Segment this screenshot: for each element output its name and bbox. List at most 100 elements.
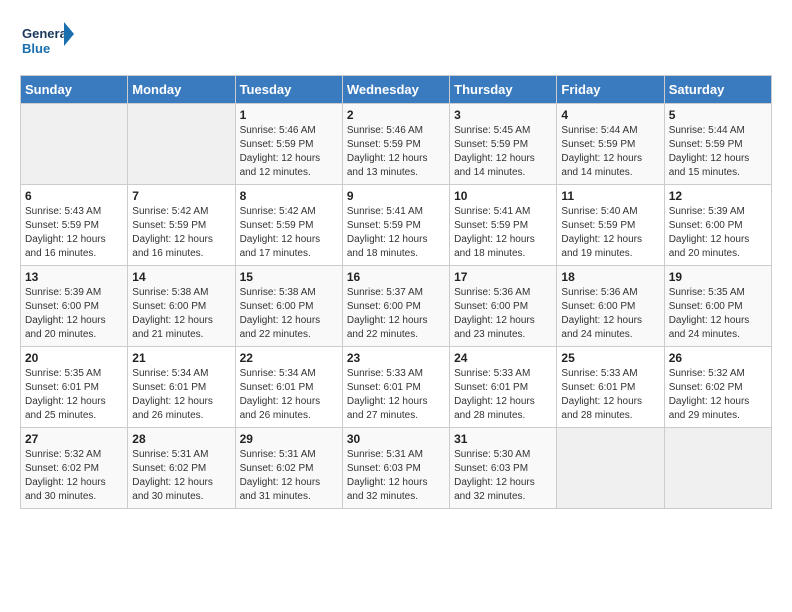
day-cell: 1 Sunrise: 5:46 AM Sunset: 5:59 PM Daylig… <box>235 104 342 185</box>
day-info: Sunrise: 5:42 AM Sunset: 5:59 PM Dayligh… <box>132 205 230 261</box>
day-cell: 21 Sunrise: 5:34 AM Sunset: 6:01 PM Dayli… <box>128 347 235 428</box>
day-number: 13 <box>25 270 123 284</box>
day-cell: 29 Sunrise: 5:31 AM Sunset: 6:02 PM Dayli… <box>235 428 342 509</box>
day-number: 5 <box>669 108 767 122</box>
day-info: Sunrise: 5:45 AM Sunset: 5:59 PM Dayligh… <box>454 124 552 180</box>
week-row-3: 13 Sunrise: 5:39 AM Sunset: 6:00 PM Dayli… <box>21 266 772 347</box>
day-info: Sunrise: 5:33 AM Sunset: 6:01 PM Dayligh… <box>454 367 552 423</box>
header: General Blue <box>20 20 772 65</box>
day-number: 8 <box>240 189 338 203</box>
day-header-thursday: Thursday <box>450 76 557 104</box>
day-info: Sunrise: 5:37 AM Sunset: 6:00 PM Dayligh… <box>347 286 445 342</box>
day-number: 22 <box>240 351 338 365</box>
day-number: 4 <box>561 108 659 122</box>
day-header-wednesday: Wednesday <box>342 76 449 104</box>
day-cell: 17Sunrise: 5:36 AM Sunset: 6:00 PM Dayli… <box>450 266 557 347</box>
day-cell: 12Sunrise: 5:39 AM Sunset: 6:00 PM Dayli… <box>664 185 771 266</box>
day-number: 9 <box>347 189 445 203</box>
day-cell: 10Sunrise: 5:41 AM Sunset: 5:59 PM Dayli… <box>450 185 557 266</box>
day-cell: 8Sunrise: 5:42 AM Sunset: 5:59 PM Daylig… <box>235 185 342 266</box>
day-cell: 18 Sunrise: 5:36 AM Sunset: 6:00 PM Dayli… <box>557 266 664 347</box>
day-number: 6 <box>25 189 123 203</box>
day-header-tuesday: Tuesday <box>235 76 342 104</box>
day-number: 23 <box>347 351 445 365</box>
day-cell: 2Sunrise: 5:46 AM Sunset: 5:59 PM Daylig… <box>342 104 449 185</box>
day-header-saturday: Saturday <box>664 76 771 104</box>
day-info: Sunrise: 5:30 AM Sunset: 6:03 PM Dayligh… <box>454 448 552 504</box>
day-info: Sunrise: 5:39 AM Sunset: 6:00 PM Dayligh… <box>25 286 123 342</box>
week-row-1: 1 Sunrise: 5:46 AM Sunset: 5:59 PM Daylig… <box>21 104 772 185</box>
day-info: Sunrise: 5:46 AM Sunset: 5:59 PM Dayligh… <box>240 124 338 180</box>
day-info: Sunrise: 5:31 AM Sunset: 6:02 PM Dayligh… <box>240 448 338 504</box>
day-number: 27 <box>25 432 123 446</box>
day-cell: 6 Sunrise: 5:43 AM Sunset: 5:59 PM Daylig… <box>21 185 128 266</box>
day-cell: 27 Sunrise: 5:32 AM Sunset: 6:02 PM Dayli… <box>21 428 128 509</box>
day-info: Sunrise: 5:34 AM Sunset: 6:01 PM Dayligh… <box>132 367 230 423</box>
day-number: 19 <box>669 270 767 284</box>
day-number: 29 <box>240 432 338 446</box>
day-number: 25 <box>561 351 659 365</box>
day-cell: 22 Sunrise: 5:34 AM Sunset: 6:01 PM Dayli… <box>235 347 342 428</box>
day-info: Sunrise: 5:38 AM Sunset: 6:00 PM Dayligh… <box>132 286 230 342</box>
day-info: Sunrise: 5:35 AM Sunset: 6:01 PM Dayligh… <box>25 367 123 423</box>
day-info: Sunrise: 5:43 AM Sunset: 5:59 PM Dayligh… <box>25 205 123 261</box>
day-number: 28 <box>132 432 230 446</box>
day-number: 31 <box>454 432 552 446</box>
day-number: 24 <box>454 351 552 365</box>
day-info: Sunrise: 5:44 AM Sunset: 5:59 PM Dayligh… <box>669 124 767 180</box>
day-cell: 9 Sunrise: 5:41 AM Sunset: 5:59 PM Daylig… <box>342 185 449 266</box>
day-header-sunday: Sunday <box>21 76 128 104</box>
week-row-5: 27 Sunrise: 5:32 AM Sunset: 6:02 PM Dayli… <box>21 428 772 509</box>
day-info: Sunrise: 5:33 AM Sunset: 6:01 PM Dayligh… <box>561 367 659 423</box>
day-info: Sunrise: 5:31 AM Sunset: 6:03 PM Dayligh… <box>347 448 445 504</box>
day-number: 14 <box>132 270 230 284</box>
day-cell: 13 Sunrise: 5:39 AM Sunset: 6:00 PM Dayli… <box>21 266 128 347</box>
day-info: Sunrise: 5:44 AM Sunset: 5:59 PM Dayligh… <box>561 124 659 180</box>
day-info: Sunrise: 5:35 AM Sunset: 6:00 PM Dayligh… <box>669 286 767 342</box>
day-number: 26 <box>669 351 767 365</box>
day-number: 10 <box>454 189 552 203</box>
logo-svg: General Blue <box>20 20 75 65</box>
day-cell: 26 Sunrise: 5:32 AM Sunset: 6:02 PM Dayli… <box>664 347 771 428</box>
day-cell: 16 Sunrise: 5:37 AM Sunset: 6:00 PM Dayli… <box>342 266 449 347</box>
day-number: 21 <box>132 351 230 365</box>
day-info: Sunrise: 5:31 AM Sunset: 6:02 PM Dayligh… <box>132 448 230 504</box>
day-number: 15 <box>240 270 338 284</box>
day-number: 2 <box>347 108 445 122</box>
day-number: 3 <box>454 108 552 122</box>
day-cell: 14 Sunrise: 5:38 AM Sunset: 6:00 PM Dayli… <box>128 266 235 347</box>
day-info: Sunrise: 5:40 AM Sunset: 5:59 PM Dayligh… <box>561 205 659 261</box>
svg-text:General: General <box>22 26 70 41</box>
day-number: 18 <box>561 270 659 284</box>
day-number: 20 <box>25 351 123 365</box>
day-info: Sunrise: 5:36 AM Sunset: 6:00 PM Dayligh… <box>561 286 659 342</box>
day-header-friday: Friday <box>557 76 664 104</box>
day-cell <box>664 428 771 509</box>
day-info: Sunrise: 5:33 AM Sunset: 6:01 PM Dayligh… <box>347 367 445 423</box>
day-info: Sunrise: 5:38 AM Sunset: 6:00 PM Dayligh… <box>240 286 338 342</box>
day-number: 12 <box>669 189 767 203</box>
day-cell: 25 Sunrise: 5:33 AM Sunset: 6:01 PM Dayli… <box>557 347 664 428</box>
day-number: 16 <box>347 270 445 284</box>
day-cell <box>21 104 128 185</box>
day-cell: 15 Sunrise: 5:38 AM Sunset: 6:00 PM Dayli… <box>235 266 342 347</box>
day-cell: 23 Sunrise: 5:33 AM Sunset: 6:01 PM Dayli… <box>342 347 449 428</box>
day-info: Sunrise: 5:36 AM Sunset: 6:00 PM Dayligh… <box>454 286 552 342</box>
day-info: Sunrise: 5:32 AM Sunset: 6:02 PM Dayligh… <box>25 448 123 504</box>
day-cell: 19 Sunrise: 5:35 AM Sunset: 6:00 PM Dayli… <box>664 266 771 347</box>
day-info: Sunrise: 5:34 AM Sunset: 6:01 PM Dayligh… <box>240 367 338 423</box>
logo: General Blue <box>20 20 75 65</box>
day-cell: 11 Sunrise: 5:40 AM Sunset: 5:59 PM Dayli… <box>557 185 664 266</box>
day-cell: 7Sunrise: 5:42 AM Sunset: 5:59 PM Daylig… <box>128 185 235 266</box>
day-info: Sunrise: 5:32 AM Sunset: 6:02 PM Dayligh… <box>669 367 767 423</box>
day-cell <box>128 104 235 185</box>
day-info: Sunrise: 5:41 AM Sunset: 5:59 PM Dayligh… <box>347 205 445 261</box>
day-cell: 4 Sunrise: 5:44 AM Sunset: 5:59 PM Daylig… <box>557 104 664 185</box>
day-cell: 31 Sunrise: 5:30 AM Sunset: 6:03 PM Dayli… <box>450 428 557 509</box>
day-number: 11 <box>561 189 659 203</box>
svg-text:Blue: Blue <box>22 41 50 56</box>
day-cell: 3 Sunrise: 5:45 AM Sunset: 5:59 PM Daylig… <box>450 104 557 185</box>
day-number: 1 <box>240 108 338 122</box>
day-number: 30 <box>347 432 445 446</box>
day-cell: 24 Sunrise: 5:33 AM Sunset: 6:01 PM Dayli… <box>450 347 557 428</box>
